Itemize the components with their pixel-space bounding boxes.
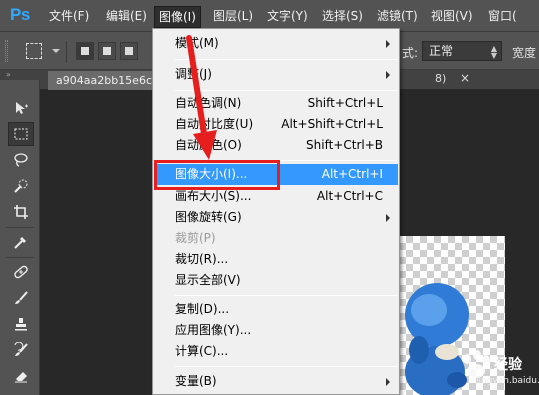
menu-image[interactable]: 图像(I) xyxy=(154,6,201,28)
subtract-selection-button[interactable] xyxy=(120,42,138,60)
toolbox-divider xyxy=(6,227,34,228)
menu-item-reveal-all[interactable]: 显示全部(V) xyxy=(154,270,398,291)
tab-close-icon[interactable]: × xyxy=(460,71,470,85)
options-grip[interactable] xyxy=(5,40,8,62)
menu-item-label: 应用图像(Y)... xyxy=(175,323,252,337)
menu-layer[interactable]: 图层(L) xyxy=(213,5,253,27)
add-selection-button[interactable] xyxy=(98,42,116,60)
menu-item-auto-contrast[interactable]: 自动对比度(U) Alt+Shift+Ctrl+L xyxy=(154,114,398,135)
submenu-arrow-icon xyxy=(386,378,390,386)
menu-item-label: 图像旋转(G) xyxy=(175,210,242,224)
menu-item-adjustments[interactable]: 调整(J) xyxy=(154,64,398,85)
menu-file[interactable]: 文件(F) xyxy=(49,5,89,27)
menu-item-variables[interactable]: 变量(B) xyxy=(154,371,398,392)
menu-separator xyxy=(175,366,397,367)
menu-item-label: 自动颜色(O) xyxy=(175,138,242,152)
new-selection-button[interactable] xyxy=(76,42,94,60)
menu-item-apply-image[interactable]: 应用图像(Y)... xyxy=(154,320,398,341)
width-label: 宽度 xyxy=(512,46,537,60)
menu-separator xyxy=(175,59,397,60)
menu-item-label: 变量(B) xyxy=(175,374,217,388)
menu-item-shortcut: Alt+Ctrl+C xyxy=(316,189,383,203)
menu-item-duplicate[interactable]: 复制(D)... xyxy=(154,299,398,320)
marquee-tool-icon[interactable] xyxy=(8,122,34,146)
image-menu-dropdown: 模式(M) 调整(J) 自动色调(N) Shift+Ctrl+L 自动对比度(U… xyxy=(152,28,400,395)
menu-separator xyxy=(175,295,397,296)
eyedropper-tool-icon[interactable] xyxy=(8,230,34,254)
menu-view[interactable]: 视图(V) xyxy=(431,5,473,27)
menu-item-calculations[interactable]: 计算(C)... xyxy=(154,341,398,362)
menu-item-label: 显示全部(V) xyxy=(175,273,241,287)
annotation-highlight-box xyxy=(154,160,280,190)
menu-window[interactable]: 窗口( xyxy=(488,5,517,27)
submenu-arrow-icon xyxy=(386,214,390,222)
photoshop-logo: Ps xyxy=(10,5,30,24)
menu-select[interactable]: 选择(S) xyxy=(322,5,363,27)
menu-edit[interactable]: 编辑(E) xyxy=(106,5,147,27)
menu-item-shortcut: Shift+Ctrl+L xyxy=(307,96,383,110)
menu-type[interactable]: 文字(Y) xyxy=(267,5,308,27)
menu-item-trim[interactable]: 裁切(R)... xyxy=(154,249,398,270)
lasso-tool-icon[interactable] xyxy=(8,148,34,172)
watermark: 经验 jingyan.baidu.com xyxy=(454,348,539,395)
toolbox-divider xyxy=(6,257,34,258)
menu-item-label: 裁切(R)... xyxy=(175,252,229,266)
marquee-preset-icon[interactable] xyxy=(26,43,42,59)
options-divider xyxy=(66,41,67,63)
healing-brush-tool-icon[interactable] xyxy=(8,260,34,284)
new-selection-icon xyxy=(81,47,89,55)
menu-item-label: 自动对比度(U) xyxy=(175,117,254,131)
menu-filter[interactable]: 滤镜(T) xyxy=(377,5,418,27)
move-tool-icon[interactable] xyxy=(8,96,34,120)
preset-dropdown-icon[interactable] xyxy=(52,49,60,53)
menu-item-auto-tone[interactable]: 自动色调(N) Shift+Ctrl+L xyxy=(154,93,398,114)
style-label: 式: xyxy=(402,46,419,60)
brush-tool-icon[interactable] xyxy=(8,286,34,310)
submenu-arrow-icon xyxy=(386,40,390,48)
watermark-text: 经验 xyxy=(494,357,522,373)
submenu-arrow-icon xyxy=(386,71,390,79)
menu-item-label: 计算(C)... xyxy=(175,344,229,358)
clone-stamp-tool-icon[interactable] xyxy=(8,312,34,336)
menu-item-label: 裁剪(P) xyxy=(175,231,216,245)
menu-item-label: 模式(M) xyxy=(175,36,219,50)
style-select-value: 正常 xyxy=(429,44,454,58)
style-select[interactable]: 正常 ▲ ▼ xyxy=(422,41,502,61)
subtract-selection-icon xyxy=(125,47,133,55)
menu-item-shortcut: Alt+Ctrl+I xyxy=(321,167,383,181)
toolbox-collapse[interactable]: » xyxy=(0,70,40,80)
menu-item-shortcut: Shift+Ctrl+B xyxy=(306,138,383,152)
menu-item-label: 复制(D)... xyxy=(175,302,230,316)
toolbox: » xyxy=(0,70,40,395)
select-arrows-icon: ▲ ▼ xyxy=(490,44,497,60)
menu-item-auto-color[interactable]: 自动颜色(O) Shift+Ctrl+B xyxy=(154,135,398,156)
menu-item-image-rotation[interactable]: 图像旋转(G) xyxy=(154,207,398,228)
add-selection-icon xyxy=(103,47,111,55)
menu-item-label: 自动色调(N) xyxy=(175,96,242,110)
menu-item-mode[interactable]: 模式(M) xyxy=(154,33,398,54)
history-brush-tool-icon[interactable] xyxy=(8,338,34,362)
menu-separator xyxy=(175,90,397,91)
quick-select-tool-icon[interactable] xyxy=(8,174,34,198)
crop-tool-icon[interactable] xyxy=(8,200,34,224)
menu-item-crop: 裁剪(P) xyxy=(154,228,398,249)
menu-item-label: 调整(J) xyxy=(175,67,212,81)
menu-item-shortcut: Alt+Shift+Ctrl+L xyxy=(281,117,383,131)
eraser-tool-icon[interactable] xyxy=(8,364,34,388)
watermark-url: jingyan.baidu.com xyxy=(476,376,539,386)
document-tab-title-tail: 8) xyxy=(435,72,447,85)
